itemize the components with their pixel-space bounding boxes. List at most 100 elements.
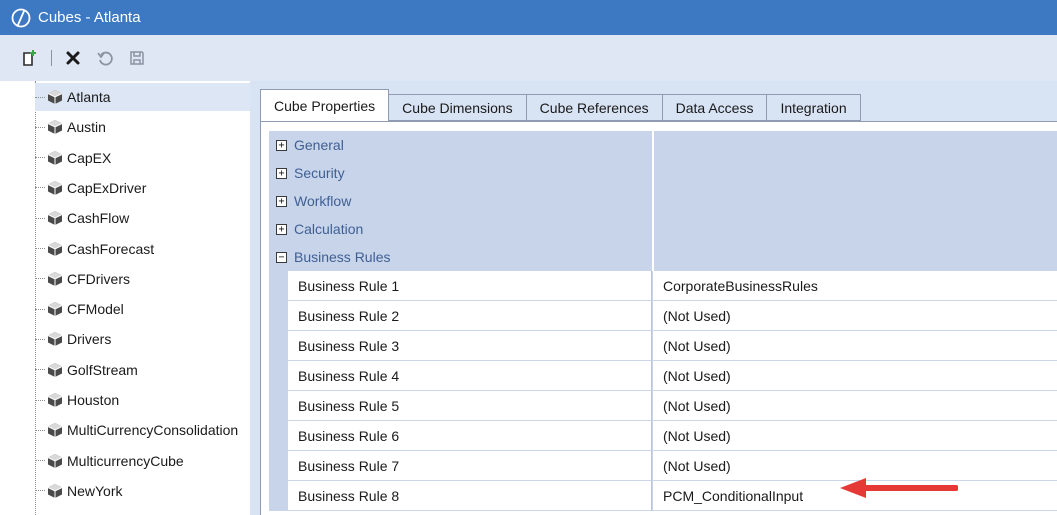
category-value-cell <box>652 131 1057 159</box>
tree-connector <box>35 96 45 98</box>
category-cell: − Business Rules <box>269 243 652 271</box>
cube-icon <box>47 453 63 468</box>
title-bar: Cubes - Atlanta <box>0 0 1057 35</box>
cube-icon <box>47 332 63 347</box>
save-button[interactable] <box>125 46 149 70</box>
tree-item-label: CashFlow <box>67 210 130 227</box>
property-name: Business Rule 2 <box>288 301 652 331</box>
category-calculation[interactable]: + Calculation <box>269 215 1057 243</box>
tree-item-label: CashForecast <box>67 240 155 257</box>
tree-item-label: CapExDriver <box>67 179 147 196</box>
category-general[interactable]: + General <box>269 131 1057 159</box>
tree-item-capex[interactable]: CapEX <box>35 144 250 172</box>
category-label: Calculation <box>294 221 364 237</box>
red-arrow-icon <box>840 478 958 498</box>
property-name: Business Rule 1 <box>288 271 652 301</box>
tree-connector <box>35 369 45 371</box>
cube-icon <box>47 241 63 256</box>
property-value[interactable]: (Not Used) <box>652 331 1057 361</box>
tree-item-cashforecast[interactable]: CashForecast <box>35 235 250 263</box>
tree-item-multicurrencycube[interactable]: MulticurrencyCube <box>35 447 250 475</box>
category-cell: + Calculation <box>269 215 652 243</box>
row-gutter <box>269 331 288 361</box>
tree-item-label: GolfStream <box>67 361 138 378</box>
delete-button[interactable] <box>61 46 85 70</box>
tab-integration[interactable]: Integration <box>767 94 861 121</box>
tab-cube-references[interactable]: Cube References <box>526 94 663 121</box>
expand-toggle-icon[interactable]: + <box>276 223 287 235</box>
category-label: Business Rules <box>294 249 391 265</box>
new-icon <box>23 50 36 66</box>
row-gutter <box>269 361 288 391</box>
tree-connector <box>35 338 45 340</box>
category-value-cell <box>652 243 1057 271</box>
tree-item-label: NewYork <box>67 482 123 499</box>
cube-icon <box>47 120 63 135</box>
tree-connector <box>35 126 45 128</box>
expand-toggle-icon[interactable]: − <box>276 251 287 263</box>
tree-item-austin[interactable]: Austin <box>35 113 250 141</box>
business-rule-row[interactable]: Business Rule 4 (Not Used) <box>269 361 1057 391</box>
category-label: Security <box>294 165 345 181</box>
category-workflow[interactable]: + Workflow <box>269 187 1057 215</box>
toolbar-separator <box>51 50 52 66</box>
business-rule-row[interactable]: Business Rule 3 (Not Used) <box>269 331 1057 361</box>
tab-data-access[interactable]: Data Access <box>662 94 768 121</box>
tree-item-cfmodel[interactable]: CFModel <box>35 295 250 323</box>
tree-connector <box>35 460 45 462</box>
category-value-cell <box>652 187 1057 215</box>
category-business-rules[interactable]: − Business Rules <box>269 243 1057 271</box>
property-name: Business Rule 8 <box>288 481 652 511</box>
cube-icon <box>47 302 63 317</box>
business-rule-row[interactable]: Business Rule 1 CorporateBusinessRules <box>269 271 1057 301</box>
property-name: Business Rule 4 <box>288 361 652 391</box>
revert-button[interactable] <box>93 46 117 70</box>
business-rule-row[interactable]: Business Rule 5 (Not Used) <box>269 391 1057 421</box>
revert-icon <box>97 51 113 66</box>
tree-connector <box>35 157 45 159</box>
category-cell: + General <box>269 131 652 159</box>
row-gutter <box>269 421 288 451</box>
tree-item-cfdrivers[interactable]: CFDrivers <box>35 265 250 293</box>
tree-connector <box>35 308 45 310</box>
business-rule-row[interactable]: Business Rule 6 (Not Used) <box>269 421 1057 451</box>
tree-item-capexdriver[interactable]: CapExDriver <box>35 174 250 202</box>
tree-item-houston[interactable]: Houston <box>35 386 250 414</box>
cube-tree: Atlanta Austin CapEX CapExDriver CashFlow Cas… <box>0 81 250 515</box>
property-value[interactable]: (Not Used) <box>652 421 1057 451</box>
property-value[interactable]: (Not Used) <box>652 361 1057 391</box>
tree-connector <box>35 490 45 492</box>
property-name: Business Rule 5 <box>288 391 652 421</box>
tree-item-cashflow[interactable]: CashFlow <box>35 204 250 232</box>
cube-icon <box>47 211 63 226</box>
property-grid: + General + Security + Workflow + Calculation − B… <box>269 131 1057 511</box>
property-value[interactable]: (Not Used) <box>652 301 1057 331</box>
tree-item-newyork[interactable]: NewYork <box>35 477 250 505</box>
tree-connector <box>35 278 45 280</box>
category-cell: + Security <box>269 159 652 187</box>
expand-toggle-icon[interactable]: + <box>276 195 287 207</box>
expand-toggle-icon[interactable]: + <box>276 167 287 179</box>
category-security[interactable]: + Security <box>269 159 1057 187</box>
tree-item-label: CFDrivers <box>67 270 130 287</box>
expand-toggle-icon[interactable]: + <box>276 139 287 151</box>
tree-item-drivers[interactable]: Drivers <box>35 325 250 353</box>
tree-item-label: Atlanta <box>67 89 111 105</box>
cube-icon <box>47 393 63 407</box>
tab-cube-properties[interactable]: Cube Properties <box>260 89 390 121</box>
tab-cube-dimensions[interactable]: Cube Dimensions <box>389 94 527 121</box>
tree-item-label: MulticurrencyCube <box>67 452 184 469</box>
tree-item-golfstream[interactable]: GolfStream <box>35 356 250 384</box>
new-button[interactable] <box>18 46 42 70</box>
category-value-cell <box>652 159 1057 187</box>
tree-item-label: Austin <box>67 119 106 136</box>
property-value[interactable]: (Not Used) <box>652 391 1057 421</box>
tab-strip: Cube Properties Cube Dimensions Cube Refer… <box>260 89 861 121</box>
cube-icon <box>47 271 63 286</box>
tree-item-multicurrencyconsolidation[interactable]: MultiCurrencyConsolidation <box>35 416 250 444</box>
cube-icon <box>47 483 63 498</box>
tree-item-atlanta[interactable]: Atlanta <box>35 83 250 111</box>
tree-connector <box>35 429 45 431</box>
property-value[interactable]: CorporateBusinessRules <box>652 271 1057 301</box>
business-rule-row[interactable]: Business Rule 2 (Not Used) <box>269 301 1057 331</box>
